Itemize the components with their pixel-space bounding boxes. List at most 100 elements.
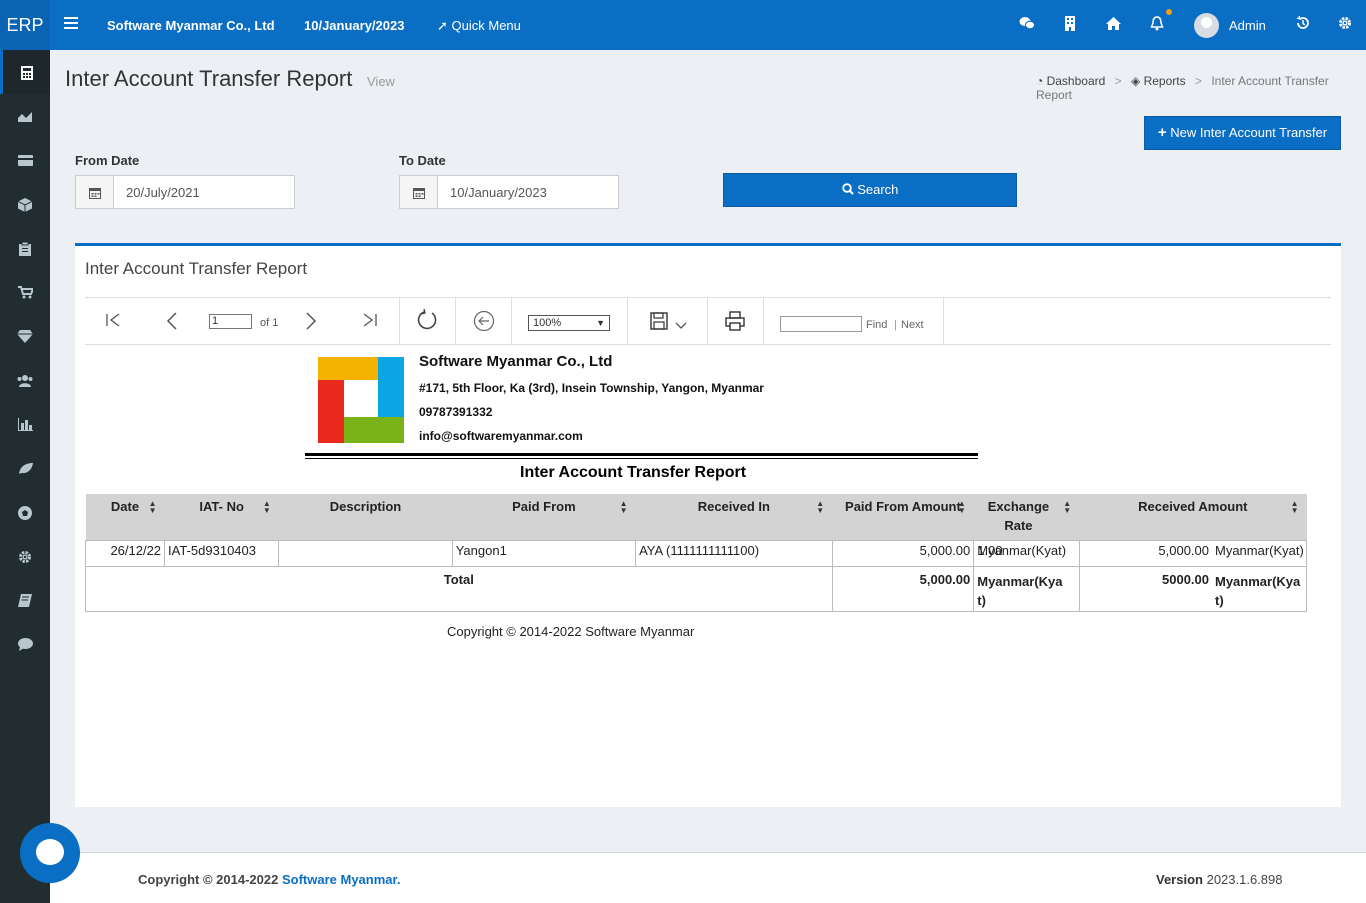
dashboard-icon: ◔ xyxy=(1036,74,1044,88)
total-paid-currency: Myanmar(Kyat) xyxy=(973,566,1070,611)
column-label: Date xyxy=(110,499,140,514)
report-viewer-toolbar: 1 of 1 100% ▼ Find | Next xyxy=(85,297,1331,345)
sort-icon[interactable]: ▲ ▼ xyxy=(1063,500,1071,515)
diamond-icon[interactable] xyxy=(0,314,50,358)
breadcrumb-reports[interactable]: Reports xyxy=(1144,74,1186,88)
breadcrumb-separator: > xyxy=(1194,74,1202,88)
sort-icon[interactable]: ▲ ▼ xyxy=(958,500,966,515)
total-paid-value: 5,000.00 xyxy=(919,571,971,587)
page-number-input[interactable]: 1 xyxy=(209,314,252,329)
zoom-select[interactable]: 100% ▼ xyxy=(528,315,610,331)
received-amount-value: 5,000.00 xyxy=(1158,542,1209,558)
toolbar-divider xyxy=(627,298,628,344)
to-date-field[interactable]: 10/January/2023 xyxy=(399,175,619,209)
header-rule xyxy=(305,453,978,456)
cell-description xyxy=(278,539,453,567)
company-name: Software Myanmar Co., Ltd xyxy=(107,18,275,33)
wechat-icon[interactable] xyxy=(1018,16,1036,34)
sort-icon[interactable]: ▲ ▼ xyxy=(149,500,157,515)
building-icon[interactable] xyxy=(1061,16,1079,34)
report-address: #171, 5th Floor, Ka (3rd), Insein Townsh… xyxy=(419,381,764,395)
from-date-label: From Date xyxy=(75,153,140,168)
sort-icon[interactable]: ▲ ▼ xyxy=(263,500,271,515)
clipboard-icon[interactable] xyxy=(0,226,50,270)
sort-icon[interactable]: ▲ ▼ xyxy=(620,500,628,515)
chevron-down-icon: ▼ xyxy=(596,318,605,328)
calculator-icon[interactable] xyxy=(0,50,50,94)
search-button[interactable]: Search xyxy=(723,173,1017,207)
history-icon[interactable] xyxy=(1294,15,1312,34)
report-document: Software Myanmar Co., Ltd #171, 5th Floo… xyxy=(84,346,1331,686)
gear-icon[interactable] xyxy=(1336,16,1354,34)
column-label: Exchange Rate xyxy=(987,499,1050,533)
report-table: Date ▲ ▼ IAT- No ▲ ▼ Description Paid From ▲ ▼… xyxy=(84,494,1308,612)
credit-card-icon[interactable] xyxy=(0,138,50,182)
cell-date: 26/12/22 xyxy=(84,539,166,567)
chat-widget-icon[interactable] xyxy=(20,823,80,883)
user-name[interactable]: Admin xyxy=(1229,18,1266,33)
box-title: Inter Account Transfer Report xyxy=(85,259,308,278)
top-navbar: ERP Software Myanmar Co., Ltd 10/January… xyxy=(0,0,1366,50)
column-label: Description xyxy=(329,499,402,514)
column-header-paid-amount[interactable]: Paid From Amount ▲ ▼ xyxy=(832,494,974,540)
calendar-icon[interactable] xyxy=(76,176,114,208)
bar-chart-icon[interactable] xyxy=(0,402,50,446)
toolbar-divider xyxy=(455,298,456,344)
footer-company-link[interactable]: Software Myanmar. xyxy=(282,872,401,887)
version-number: 2023.1.6.898 xyxy=(1206,872,1283,887)
column-header-paid-from[interactable]: Paid From ▲ ▼ xyxy=(452,494,636,540)
from-date-field[interactable]: 20/July/2021 xyxy=(75,175,295,209)
book-icon[interactable] xyxy=(0,578,50,622)
comment-icon[interactable] xyxy=(0,622,50,666)
sort-icon[interactable]: ▲ ▼ xyxy=(1291,500,1299,515)
toolbar-divider xyxy=(707,298,708,344)
find-input[interactable] xyxy=(780,316,862,332)
new-transfer-button[interactable]: + New Inter Account Transfer xyxy=(1144,116,1341,150)
total-paid-amount: 5,000.00 Myanmar(Kyat) xyxy=(831,565,1063,612)
breadcrumb-dashboard[interactable]: Dashboard xyxy=(1047,74,1106,88)
plus-icon: + xyxy=(1157,124,1167,141)
brand-logo[interactable]: ERP xyxy=(0,0,50,50)
find-link[interactable]: Find xyxy=(866,319,887,331)
bell-icon[interactable] xyxy=(1148,16,1166,34)
home-icon[interactable] xyxy=(1104,16,1122,34)
column-header-received-in[interactable]: Received In ▲ ▼ xyxy=(635,494,833,540)
from-date-input[interactable]: 20/July/2021 xyxy=(126,185,200,200)
column-header-iat-no[interactable]: IAT- No ▲ ▼ xyxy=(164,494,279,540)
footer-copyright: Copyright © 2014-2022 Software Myanmar. xyxy=(138,872,400,887)
toolbar-divider xyxy=(943,298,944,344)
next-link[interactable]: Next xyxy=(901,319,924,331)
report-company-name: Software Myanmar Co., Ltd xyxy=(419,353,613,370)
cart-icon[interactable] xyxy=(0,270,50,314)
column-header-received-amount[interactable]: Received Amount ▲ ▼ xyxy=(1079,494,1307,540)
quick-menu-label: Quick Menu xyxy=(451,18,521,33)
football-icon[interactable] xyxy=(0,490,50,534)
quick-menu-link[interactable]: ➚ Quick Menu xyxy=(437,18,521,34)
menu-toggle-icon[interactable] xyxy=(64,17,78,29)
company-logo xyxy=(318,357,404,443)
leaf-icon[interactable] xyxy=(0,446,50,490)
cell-paid-amount: 5,000.00 Myanmar(Kyat) xyxy=(831,539,1066,567)
cube-icon[interactable] xyxy=(0,182,50,226)
report-copyright: Copyright © 2014-2022 Software Myanmar xyxy=(447,624,695,639)
cell-paid-from: Yangon1 xyxy=(451,539,637,567)
total-row: Total 5,000.00 Myanmar(Kyat) 5000.00 Mya… xyxy=(85,565,1308,612)
avatar[interactable] xyxy=(1194,13,1219,38)
report-email: info@softwaremyanmar.com xyxy=(419,429,583,443)
sort-icon[interactable]: ▲ ▼ xyxy=(816,500,824,515)
column-header-exchange-rate[interactable]: Exchange Rate ▲ ▼ xyxy=(973,494,1080,540)
users-icon[interactable] xyxy=(0,358,50,402)
paid-amount-value: 5,000.00 xyxy=(919,542,971,558)
search-icon xyxy=(841,182,858,197)
search-label: Search xyxy=(857,182,899,197)
cog-icon[interactable] xyxy=(0,534,50,578)
total-received-amount: 5000.00 Myanmar(Kyat) xyxy=(1078,565,1308,612)
calendar-icon[interactable] xyxy=(400,176,438,208)
table-row: 26/12/22 IAT-5d9310403 Yangon1 AYA (1111… xyxy=(84,539,1308,567)
to-date-input[interactable]: 10/January/2023 xyxy=(450,185,547,200)
toolbar-divider xyxy=(399,298,400,344)
area-chart-icon[interactable] xyxy=(0,94,50,138)
column-header-date[interactable]: Date ▲ ▼ xyxy=(85,494,165,540)
received-currency: Myanmar(Kyat) xyxy=(1215,542,1304,558)
toolbar-divider xyxy=(763,298,764,344)
